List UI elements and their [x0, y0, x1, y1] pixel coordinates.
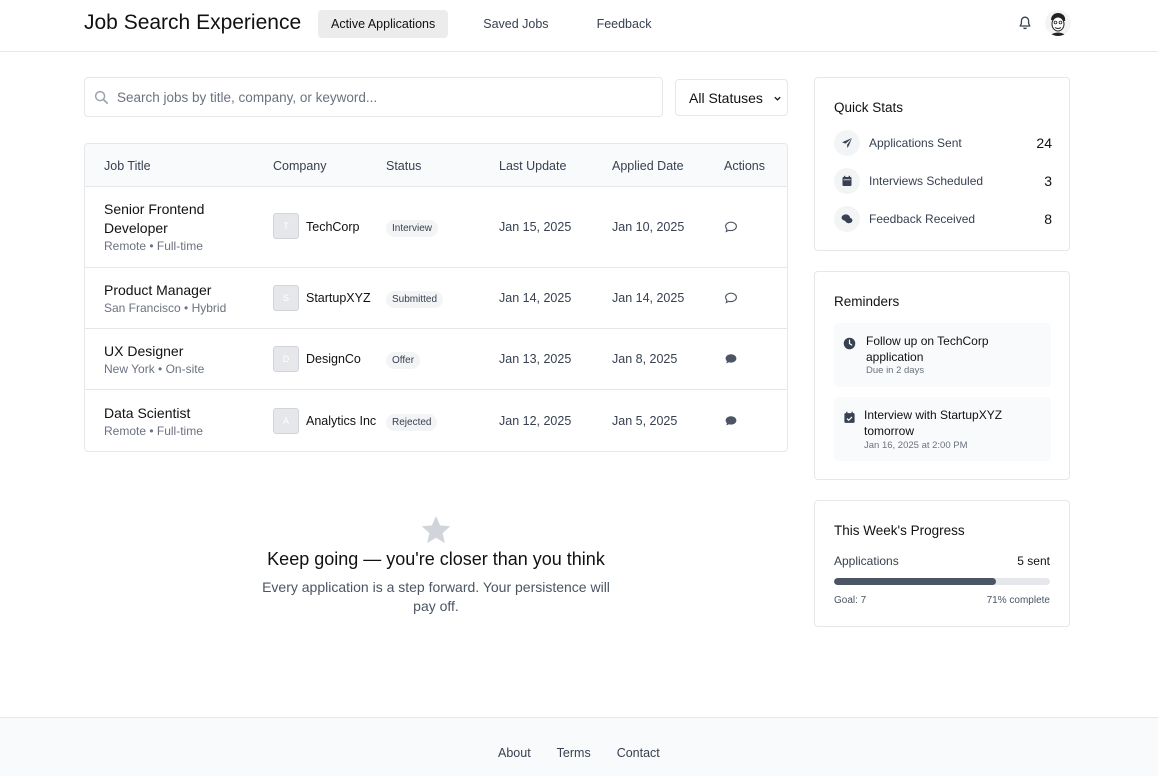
- stat-interviews-scheduled: Interviews Scheduled 3: [834, 168, 1052, 194]
- progress-label: Applications: [834, 554, 899, 568]
- stat-feedback-received: Feedback Received 8: [834, 206, 1052, 232]
- status-badge: Offer: [386, 352, 421, 369]
- last-update: Jan 15, 2025: [499, 220, 572, 234]
- table-header: Job Title Company Status Last Update App…: [85, 144, 787, 187]
- job-meta: New York • On-site: [104, 362, 205, 376]
- stat-label: Interviews Scheduled: [869, 174, 984, 188]
- company-logo: S: [273, 285, 299, 311]
- col-job-title: Job Title: [104, 159, 151, 173]
- table-row[interactable]: Data Scientist Remote • Full-time A Anal…: [85, 390, 787, 451]
- reminder-item[interactable]: Interview with StartupXYZ tomorrow Jan 1…: [834, 397, 1051, 461]
- applied-date: Jan 14, 2025: [612, 291, 685, 305]
- company-name: DesignCo: [306, 352, 361, 366]
- applications-table: Job Title Company Status Last Update App…: [84, 143, 788, 452]
- table-row[interactable]: Product Manager San Francisco • Hybrid S…: [85, 268, 787, 329]
- stat-label: Applications Sent: [869, 136, 962, 150]
- search-input[interactable]: [117, 78, 657, 116]
- last-update: Jan 13, 2025: [499, 352, 572, 366]
- job-title[interactable]: Data Scientist: [104, 404, 274, 423]
- weekly-progress-card: This Week's Progress Applications 5 sent…: [814, 500, 1070, 627]
- star-icon: [421, 516, 451, 544]
- avatar[interactable]: [1045, 10, 1071, 36]
- last-update: Jan 12, 2025: [499, 414, 572, 428]
- nav-feedback[interactable]: Feedback: [584, 10, 665, 38]
- top-bar: Job Search Experience Active Application…: [0, 0, 1158, 52]
- status-badge: Rejected: [386, 414, 438, 431]
- status-badge: Submitted: [386, 291, 444, 308]
- nav-active-applications[interactable]: Active Applications: [318, 10, 449, 38]
- table-row[interactable]: Senior Frontend Developer Remote • Full-…: [85, 187, 787, 268]
- search-box: [84, 77, 663, 117]
- nav-saved-jobs[interactable]: Saved Jobs: [470, 10, 561, 38]
- chat-outline-icon[interactable]: [724, 291, 738, 305]
- stat-value: 8: [1044, 211, 1052, 227]
- reminder-due: Jan 16, 2025 at 2:00 PM: [864, 440, 968, 451]
- chat-filled-icon[interactable]: [724, 352, 738, 366]
- encouragement-body: Every application is a step forward. You…: [262, 579, 610, 614]
- col-last-update: Last Update: [499, 159, 567, 173]
- app-title: Job Search Experience: [84, 11, 302, 34]
- progress-value: 5 sent: [1017, 554, 1050, 568]
- job-title[interactable]: Senior Frontend Developer: [104, 200, 244, 238]
- job-title[interactable]: Product Manager: [104, 281, 274, 300]
- footer-link-terms[interactable]: Terms: [557, 746, 591, 760]
- stat-applications-sent: Applications Sent 24: [834, 130, 1052, 156]
- reminder-text: Interview with StartupXYZ tomorrow: [864, 408, 1003, 438]
- company-logo: T: [273, 213, 299, 239]
- quick-stats-card: Quick Stats Applications Sent 24 Intervi…: [814, 77, 1070, 251]
- last-update: Jan 14, 2025: [499, 291, 572, 305]
- progress-percent: 71% complete: [986, 595, 1050, 606]
- job-meta: Remote • Full-time: [104, 239, 203, 253]
- applied-date: Jan 10, 2025: [612, 220, 685, 234]
- chat-outline-icon[interactable]: [724, 220, 738, 234]
- status-filter-value: All Statuses: [689, 90, 763, 106]
- stat-label: Feedback Received: [869, 212, 976, 226]
- calendar-icon: [834, 168, 860, 194]
- stat-value: 24: [1036, 135, 1052, 151]
- encouragement-heading: Keep going — you're closer than you thin…: [267, 549, 605, 569]
- status-filter-select[interactable]: All Statuses: [675, 79, 788, 116]
- comments-icon: [834, 206, 860, 232]
- chevron-down-icon: [774, 96, 781, 101]
- col-actions: Actions: [724, 159, 765, 173]
- company-name: Analytics Inc: [306, 414, 377, 428]
- reminder-text: Follow up on TechCorp application: [866, 334, 989, 364]
- footer-link-about[interactable]: About: [498, 746, 531, 760]
- progress-goal: Goal: 7: [834, 595, 867, 606]
- progress-bar: [834, 578, 1050, 585]
- status-badge: Interview: [386, 220, 439, 237]
- quick-stats-title: Quick Stats: [834, 100, 904, 115]
- col-applied-date: Applied Date: [612, 159, 684, 173]
- footer-links: About Terms Contact: [498, 746, 660, 760]
- stat-value: 3: [1044, 173, 1052, 189]
- reminders-title: Reminders: [834, 294, 900, 309]
- company-name: TechCorp: [306, 220, 360, 234]
- main-nav: Active Applications Saved Jobs Feedback: [318, 10, 664, 38]
- applied-date: Jan 8, 2025: [612, 352, 678, 366]
- footer: About Terms Contact: [0, 717, 1158, 776]
- table-row[interactable]: UX Designer New York • On-site D DesignC…: [85, 329, 787, 390]
- reminders-card: Reminders Follow up on TechCorp applicat…: [814, 271, 1070, 480]
- job-title[interactable]: UX Designer: [104, 342, 274, 361]
- clock-icon: [843, 337, 856, 350]
- progress-bar-fill: [834, 578, 996, 585]
- paper-plane-icon: [834, 130, 860, 156]
- reminder-item[interactable]: Follow up on TechCorp application Due in…: [834, 323, 1051, 387]
- col-company: Company: [273, 159, 327, 173]
- calendar-check-icon: [844, 411, 855, 423]
- search-icon: [94, 90, 108, 104]
- encouragement-panel: Keep going — you're closer than you thin…: [250, 514, 622, 616]
- job-meta: San Francisco • Hybrid: [104, 301, 227, 315]
- job-meta: Remote • Full-time: [104, 424, 203, 438]
- company-name: StartupXYZ: [306, 291, 371, 305]
- reminder-due: Due in 2 days: [866, 365, 925, 376]
- col-status: Status: [386, 159, 422, 173]
- bell-icon[interactable]: [1017, 15, 1033, 31]
- footer-link-contact[interactable]: Contact: [617, 746, 660, 760]
- chat-filled-icon[interactable]: [724, 414, 738, 428]
- progress-title: This Week's Progress: [834, 523, 965, 538]
- applied-date: Jan 5, 2025: [612, 414, 678, 428]
- company-logo: A: [273, 408, 299, 434]
- company-logo: D: [273, 346, 299, 372]
